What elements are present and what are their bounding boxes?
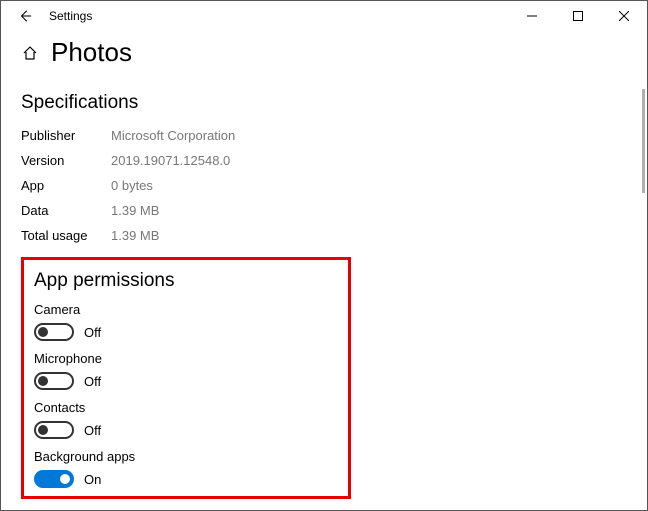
permission-label: Camera xyxy=(34,302,338,317)
toggle-switch[interactable] xyxy=(34,421,74,439)
spec-label: App xyxy=(21,178,111,193)
spec-value: Microsoft Corporation xyxy=(111,128,235,143)
toggle-state-label: Off xyxy=(84,423,101,438)
spec-value: 0 bytes xyxy=(111,178,153,193)
specifications-heading: Specifications xyxy=(21,92,627,114)
permission-item: Contacts Off xyxy=(34,400,338,439)
scrollbar-thumb[interactable] xyxy=(642,89,645,193)
back-button[interactable] xyxy=(9,1,41,31)
home-icon xyxy=(22,45,38,61)
titlebar: Settings xyxy=(1,1,647,31)
maximize-icon xyxy=(573,11,583,21)
spec-row: Data1.39 MB xyxy=(21,203,627,218)
permission-item: Background apps On xyxy=(34,449,338,488)
close-button[interactable] xyxy=(601,1,647,31)
page-header: Photos xyxy=(21,37,627,68)
spec-value: 1.39 MB xyxy=(111,228,159,243)
close-icon xyxy=(619,11,629,21)
window-buttons xyxy=(509,1,647,31)
minimize-icon xyxy=(527,11,537,21)
permission-item: Microphone Off xyxy=(34,351,338,390)
toggle-row: Off xyxy=(34,421,338,439)
toggle-knob xyxy=(60,474,70,484)
toggle-knob xyxy=(38,425,48,435)
toggle-state-label: Off xyxy=(84,374,101,389)
home-button[interactable] xyxy=(21,44,39,62)
permission-label: Contacts xyxy=(34,400,338,415)
spec-label: Total usage xyxy=(21,228,111,243)
spec-label: Publisher xyxy=(21,128,111,143)
app-permissions-section: App permissions CameraOffMicrophoneOffCo… xyxy=(21,257,351,499)
toggle-switch[interactable] xyxy=(34,372,74,390)
maximize-button[interactable] xyxy=(555,1,601,31)
toggle-knob xyxy=(38,327,48,337)
spec-row: Total usage1.39 MB xyxy=(21,228,627,243)
content-area: Photos Specifications PublisherMicrosoft… xyxy=(1,31,647,511)
spec-value: 1.39 MB xyxy=(111,203,159,218)
arrow-left-icon xyxy=(18,9,32,23)
permissions-heading: App permissions xyxy=(34,270,338,292)
minimize-button[interactable] xyxy=(509,1,555,31)
specifications-list: PublisherMicrosoft CorporationVersion201… xyxy=(21,128,627,243)
toggle-row: On xyxy=(34,470,338,488)
toggle-switch[interactable] xyxy=(34,470,74,488)
spec-row: Version2019.19071.12548.0 xyxy=(21,153,627,168)
toggle-row: Off xyxy=(34,372,338,390)
permission-label: Background apps xyxy=(34,449,338,464)
toggle-knob xyxy=(38,376,48,386)
toggle-state-label: On xyxy=(84,472,101,487)
page-title: Photos xyxy=(51,37,132,68)
spec-row: PublisherMicrosoft Corporation xyxy=(21,128,627,143)
window-title: Settings xyxy=(41,9,509,23)
spec-label: Data xyxy=(21,203,111,218)
spec-label: Version xyxy=(21,153,111,168)
spec-row: App0 bytes xyxy=(21,178,627,193)
permission-label: Microphone xyxy=(34,351,338,366)
toggle-switch[interactable] xyxy=(34,323,74,341)
permission-item: Camera Off xyxy=(34,302,338,341)
spec-value: 2019.19071.12548.0 xyxy=(111,153,230,168)
toggle-state-label: Off xyxy=(84,325,101,340)
permissions-list: Camera Off Microphone Off Contacts Off Backgro… xyxy=(34,302,338,488)
toggle-row: Off xyxy=(34,323,338,341)
